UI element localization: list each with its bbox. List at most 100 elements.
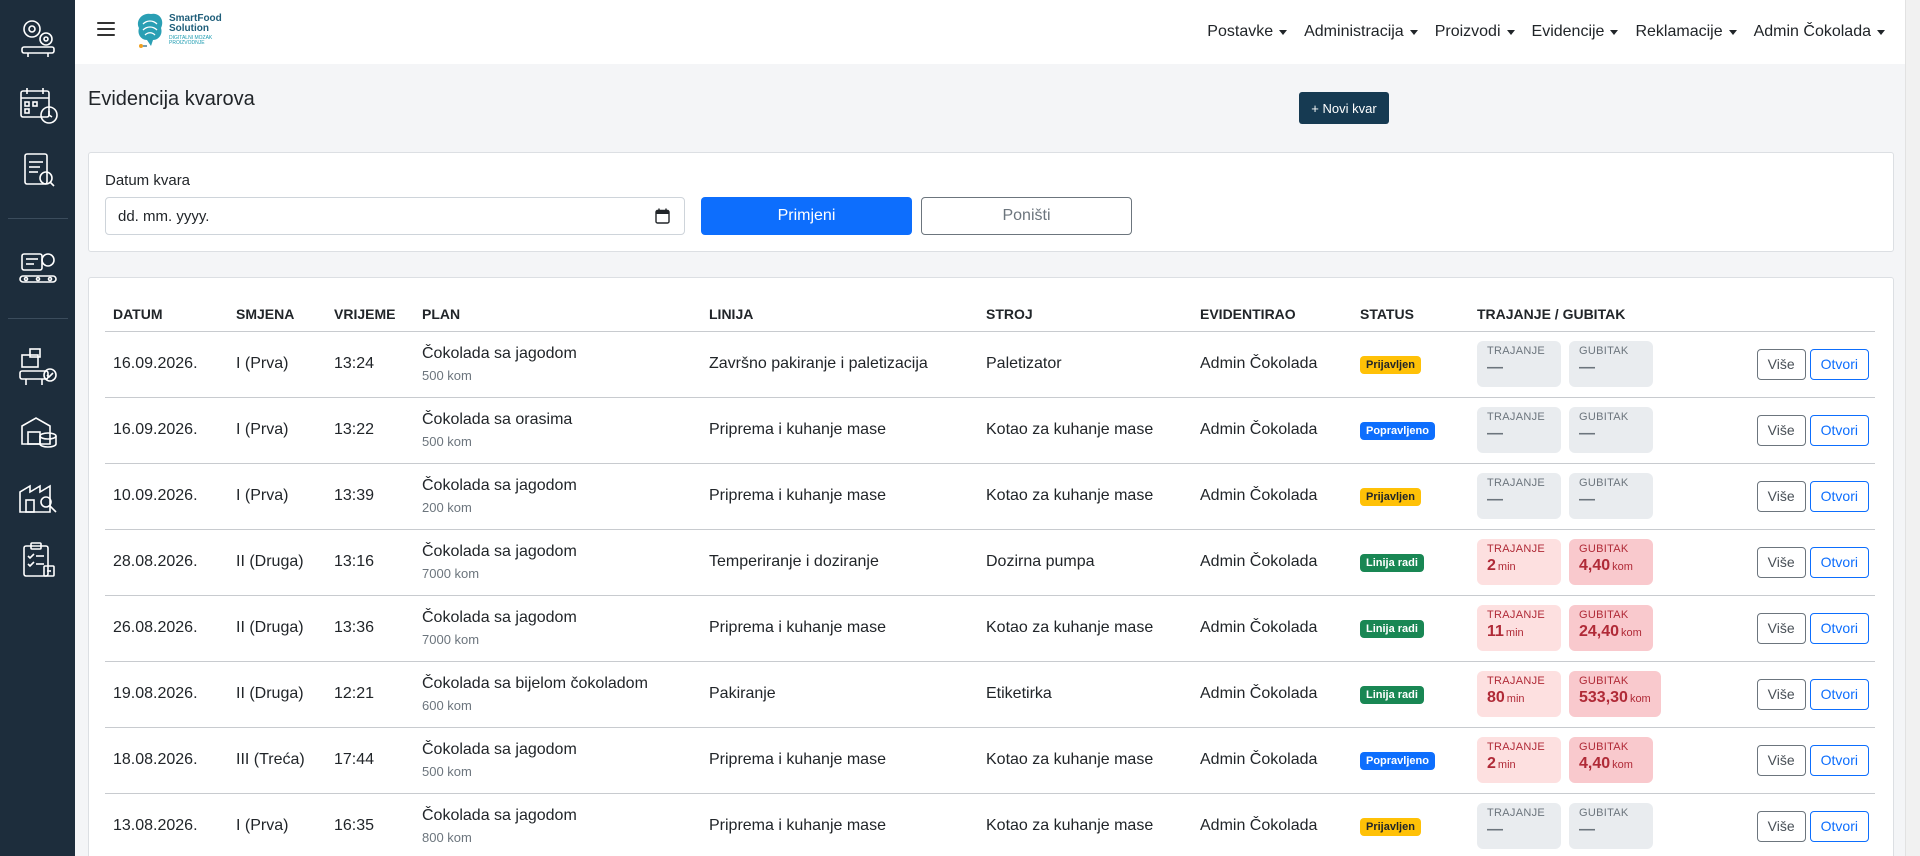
- more-button[interactable]: Više: [1756, 414, 1806, 446]
- nav-proizvodi[interactable]: Proizvodi: [1435, 23, 1515, 41]
- open-button[interactable]: Otvori: [1809, 810, 1869, 842]
- duration-label: TRAJANJE: [1487, 741, 1546, 753]
- plan-quantity: 200 kom: [422, 500, 472, 515]
- loss-unit: kom: [1621, 627, 1642, 639]
- open-button[interactable]: Otvori: [1809, 414, 1869, 446]
- table-row[interactable]: 16.09.2026. I (Prva) 13:22 Čokolada sa oras…: [105, 397, 1875, 464]
- menu-toggle-icon[interactable]: [97, 22, 115, 36]
- brand-logo[interactable]: SmartFood Solution DIGITALNI MOZAK PROIZ…: [133, 10, 233, 54]
- status-badge: Linija radi: [1360, 685, 1424, 704]
- duration-label: TRAJANJE: [1487, 477, 1546, 489]
- cell-plan: Čokolada sa orasima 500 kom: [414, 397, 701, 464]
- more-button[interactable]: Više: [1756, 480, 1806, 512]
- main-nav: Postavke Administracija Proizvodi Eviden…: [1190, 0, 1885, 64]
- open-button[interactable]: Otvori: [1809, 546, 1869, 578]
- col-header-shift[interactable]: Smjena: [228, 298, 326, 332]
- calendar-schedule-icon[interactable]: [15, 82, 61, 128]
- col-header-time[interactable]: Vrijeme: [326, 298, 414, 332]
- calendar-icon[interactable]: [655, 208, 670, 224]
- cell-machine: Kotao za kuhanje mase: [978, 727, 1192, 794]
- plan-name: Čokolada sa jagodom: [422, 345, 577, 362]
- col-header-machine[interactable]: Stroj: [978, 298, 1192, 332]
- factory-gears-icon[interactable]: [15, 14, 61, 60]
- loss-label: GUBITAK: [1579, 609, 1629, 621]
- loss-metric: GUBITAK —: [1569, 803, 1653, 849]
- cell-time: 13:16: [326, 529, 414, 596]
- cell-time: 13:39: [326, 463, 414, 530]
- cell-plan: Čokolada sa jagodom 200 kom: [414, 463, 701, 530]
- new-fault-button[interactable]: + Novi kvar: [1299, 92, 1389, 124]
- report-analytics-icon[interactable]: [15, 147, 61, 193]
- cell-status: Prijavljen: [1352, 793, 1469, 856]
- more-button[interactable]: Više: [1756, 810, 1806, 842]
- open-button[interactable]: Otvori: [1809, 348, 1869, 380]
- caret-down-icon: [1728, 29, 1737, 35]
- cell-plan: Čokolada sa jagodom 500 kom: [414, 727, 701, 794]
- warehouse-storage-icon[interactable]: [15, 409, 61, 455]
- status-badge: Prijavljen: [1360, 355, 1421, 374]
- cell-line: Priprema i kuhanje mase: [701, 793, 978, 856]
- col-header-line[interactable]: Linija: [701, 298, 978, 332]
- apply-filter-button[interactable]: Primjeni: [701, 197, 912, 235]
- nav-user-menu[interactable]: Admin Čokolada: [1754, 23, 1885, 41]
- table-row[interactable]: 19.08.2026. II (Druga) 12:21 Čokolada sa bi…: [105, 661, 1875, 728]
- col-header-plan[interactable]: Plan: [414, 298, 701, 332]
- cell-duration-loss: TRAJANJE — GUBITAK —: [1469, 463, 1709, 530]
- open-button[interactable]: Otvori: [1809, 480, 1869, 512]
- loss-metric: GUBITAK 24,40 kom: [1569, 605, 1653, 651]
- more-button[interactable]: Više: [1756, 678, 1806, 710]
- duration-label: TRAJANJE: [1487, 675, 1546, 687]
- plan-name: Čokolada sa jagodom: [422, 609, 577, 626]
- duration-metric: TRAJANJE —: [1477, 407, 1561, 453]
- cell-shift: I (Prva): [228, 793, 326, 856]
- duration-metric: TRAJANJE —: [1477, 341, 1561, 387]
- duration-unit: min: [1505, 627, 1524, 639]
- open-button[interactable]: Otvori: [1809, 612, 1869, 644]
- nav-postavke[interactable]: Postavke: [1207, 23, 1288, 41]
- production-line-icon[interactable]: [15, 245, 61, 291]
- duration-metric: TRAJANJE 80 min: [1477, 671, 1561, 717]
- loss-value: —: [1579, 491, 1595, 508]
- open-button[interactable]: Otvori: [1809, 744, 1869, 776]
- cell-plan: Čokolada sa jagodom 7000 kom: [414, 595, 701, 662]
- col-header-recorded-by[interactable]: Evidentirao: [1192, 298, 1352, 332]
- brand-tagline: DIGITALNI MOZAK PROIZVODNJE: [169, 35, 213, 46]
- cell-line: Temperiranje i doziranje: [701, 529, 978, 596]
- cell-date: 26.08.2026.: [105, 595, 228, 662]
- cell-duration-loss: TRAJANJE 11 min GUBITAK 24,40 kom: [1469, 595, 1709, 662]
- table-row[interactable]: 16.09.2026. I (Prva) 13:24 Čokolada sa jago…: [105, 331, 1875, 398]
- table-row[interactable]: 26.08.2026. II (Druga) 13:36 Čokolada sa ja…: [105, 595, 1875, 662]
- caret-down-icon: [1877, 29, 1885, 35]
- more-button[interactable]: Više: [1756, 348, 1806, 380]
- cell-shift: III (Treća): [228, 727, 326, 794]
- caret-down-icon: [1279, 29, 1288, 35]
- open-button[interactable]: Otvori: [1809, 678, 1869, 710]
- table-row[interactable]: 18.08.2026. III (Treća) 17:44 Čokolada sa j…: [105, 727, 1875, 794]
- table-row[interactable]: 13.08.2026. I (Prva) 16:35 Čokolada sa jago…: [105, 793, 1875, 856]
- loss-metric: GUBITAK —: [1569, 407, 1653, 453]
- date-filter-input[interactable]: dd. mm. yyyy.: [105, 197, 685, 235]
- page-scrollbar[interactable]: [1905, 0, 1920, 856]
- duration-unit: min: [1506, 693, 1525, 705]
- more-button[interactable]: Više: [1756, 744, 1806, 776]
- reset-filter-button[interactable]: Poništi: [921, 197, 1132, 235]
- cell-status: Popravljeno: [1352, 727, 1469, 794]
- col-header-status[interactable]: Status: [1352, 298, 1469, 332]
- nav-reklamacije[interactable]: Reklamacije: [1635, 23, 1737, 41]
- more-button[interactable]: Više: [1756, 546, 1806, 578]
- cell-shift: I (Prva): [228, 331, 326, 398]
- more-button[interactable]: Više: [1756, 612, 1806, 644]
- cell-time: 13:24: [326, 331, 414, 398]
- duration-value: 2: [1487, 557, 1496, 574]
- nav-administracija[interactable]: Administracija: [1304, 23, 1418, 41]
- table-row[interactable]: 10.09.2026. I (Prva) 13:39 Čokolada sa jago…: [105, 463, 1875, 530]
- col-header-date[interactable]: Datum: [105, 298, 228, 332]
- delivery-tracking-icon[interactable]: [15, 344, 61, 390]
- cell-recorded-by: Admin Čokolada: [1192, 661, 1352, 728]
- loss-unit: kom: [1629, 693, 1651, 705]
- machine-maintenance-icon[interactable]: [15, 473, 61, 519]
- checklist-clipboard-icon[interactable]: [15, 537, 61, 583]
- nav-evidencije[interactable]: Evidencije: [1532, 23, 1619, 41]
- table-row[interactable]: 28.08.2026. II (Druga) 13:16 Čokolada sa ja…: [105, 529, 1875, 596]
- loss-label: GUBITAK: [1579, 675, 1629, 687]
